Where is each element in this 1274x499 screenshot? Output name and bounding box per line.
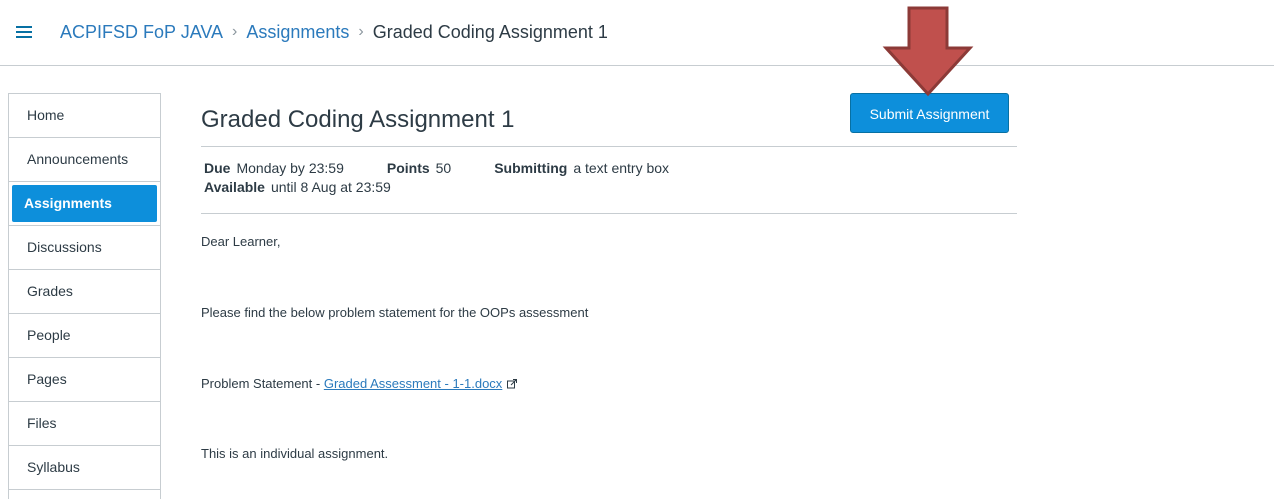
intro-text: Please find the below problem statement …: [201, 305, 589, 320]
available-value: until 8 Aug at 23:59: [270, 179, 391, 195]
problem-statement-line: Problem Statement - Graded Assessment - …: [201, 376, 518, 391]
canvas-app-window: ACPIFSD FoP JAVA › Assignments › Graded …: [0, 0, 1274, 499]
nav-item-assignments[interactable]: Assignments: [9, 182, 160, 226]
breadcrumb-course-link[interactable]: ACPIFSD FoP JAVA: [60, 22, 223, 43]
problem-statement-prefix: Problem Statement -: [201, 376, 324, 391]
nav-item-grades[interactable]: Grades: [9, 270, 160, 314]
points-label: Points: [386, 160, 430, 176]
nav-item-people[interactable]: People: [9, 314, 160, 358]
breadcrumb-current: Graded Coding Assignment 1: [372, 21, 608, 42]
nav-item-syllabus[interactable]: Syllabus: [9, 446, 160, 490]
assignment-availability-row: Available until 8 Aug at 23:59: [204, 179, 391, 195]
nav-item-home[interactable]: Home: [9, 94, 160, 138]
breadcrumb-assignments-link[interactable]: Assignments: [246, 22, 349, 43]
nav-item-assignments-label: Assignments: [12, 185, 157, 222]
individual-note-text: This is an individual assignment.: [201, 446, 389, 461]
problem-statement-link[interactable]: Graded Assessment - 1-1.docx: [324, 376, 502, 391]
available-label: Available: [204, 179, 265, 195]
down-arrow-icon: [882, 6, 974, 97]
course-navigation: Home Announcements Assignments Discussio…: [8, 93, 161, 499]
nav-item-pages[interactable]: Pages: [9, 358, 160, 402]
page-title: Graded Coding Assignment 1: [201, 106, 515, 133]
submitting-label: Submitting: [494, 160, 568, 176]
chevron-right-icon: ›: [232, 23, 238, 40]
page-header: ACPIFSD FoP JAVA › Assignments › Graded …: [0, 0, 1274, 66]
submitting-value: a text entry box: [573, 160, 670, 176]
nav-item-announcements[interactable]: Announcements: [9, 138, 160, 182]
points-value: 50: [435, 160, 452, 176]
nav-item-files[interactable]: Files: [9, 402, 160, 446]
chevron-right-icon: ›: [358, 23, 364, 40]
due-label: Due: [204, 160, 231, 176]
assignment-details-row: Due Monday by 23:59 Points 50 Submitting a te…: [204, 160, 669, 176]
greeting-text: Dear Learner,: [201, 234, 281, 249]
hamburger-menu-icon[interactable]: [16, 26, 32, 38]
nav-item-discussions[interactable]: Discussions: [9, 226, 160, 270]
external-link-icon: [507, 379, 518, 389]
breadcrumb: ACPIFSD FoP JAVA › Assignments › Graded …: [60, 18, 608, 46]
due-value: Monday by 23:59: [236, 160, 344, 176]
assignment-details: Due Monday by 23:59 Points 50 Submitting a te…: [201, 146, 1017, 214]
